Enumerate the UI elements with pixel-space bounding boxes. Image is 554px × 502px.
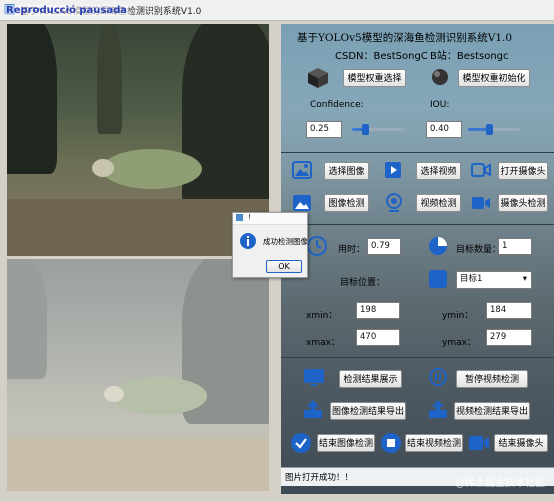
show-result-button[interactable]: 检测结果展示: [339, 370, 402, 388]
confidence-slider-handle[interactable]: [362, 124, 369, 135]
video-play-icon: [385, 162, 401, 178]
tree-trunk: [182, 24, 269, 214]
tree-trunk: [7, 259, 47, 379]
section-divider: [281, 357, 554, 358]
xmax-label: xmax：: [306, 338, 340, 348]
select-video-button[interactable]: 选择视频: [416, 162, 461, 180]
end-camera-button[interactable]: 结束摄像头: [494, 434, 548, 452]
watermark: @稀土掘金技术社区: [455, 478, 545, 489]
ymin-label: ymin：: [442, 311, 474, 321]
target-select-value: 目标1: [460, 274, 483, 284]
fish-head: [92, 159, 114, 177]
sphere-icon: [432, 69, 448, 85]
ymax-label: ymax：: [442, 338, 476, 348]
dialog-titlebar: !: [233, 213, 307, 225]
end-image-detect-button[interactable]: 结束图像检测: [317, 434, 375, 452]
model-weight-init-button[interactable]: 模型权重初始化: [458, 69, 530, 87]
dialog-app-icon: [236, 214, 243, 221]
confidence-label: Confidence:: [310, 100, 364, 110]
csdn-label: CSDN：BestSongC: [335, 51, 428, 62]
export-icon: [429, 400, 447, 418]
target-position-label: 目标位置：: [340, 278, 386, 288]
image-icon: [292, 161, 312, 179]
tree-trunk: [7, 24, 57, 174]
model-weight-select-button[interactable]: 模型权重选择: [343, 69, 406, 87]
ok-button[interactable]: OK: [266, 260, 302, 273]
clock-icon: [307, 236, 327, 256]
webcam-icon: [386, 193, 402, 212]
end-video-detect-button[interactable]: 结束视频检测: [405, 434, 463, 452]
time-label: 用时：: [338, 245, 366, 255]
camera-detect-icon: [472, 197, 490, 209]
status-message: 图片打开成功！！: [285, 473, 354, 483]
confidence-value: 0.25: [310, 124, 329, 134]
chevron-down-icon: ▾: [522, 274, 527, 284]
playback-overlay-label: Reproducció pausada: [4, 5, 129, 16]
iou-label: IOU:: [430, 100, 450, 110]
camera-icon: [471, 163, 491, 177]
xmin-value: 198: [356, 302, 400, 319]
target-count-value: 1: [498, 238, 532, 255]
dialog-message: 成功检测图像: [263, 237, 308, 246]
export-video-result-button[interactable]: 视频检测结果导出: [454, 402, 530, 420]
tree-trunk: [97, 24, 122, 134]
target-count-label: 目标数量：: [456, 245, 502, 255]
image-detect-button[interactable]: 图像检测: [324, 194, 369, 212]
camera-detect-button[interactable]: 摄像头检测: [498, 194, 548, 212]
select-image-button[interactable]: 选择图像: [324, 162, 369, 180]
bilibili-label: B站：Bestsongc: [430, 51, 509, 62]
open-camera-button[interactable]: 打开摄像头: [498, 162, 548, 180]
target-icon: [429, 270, 447, 288]
pie-chart-icon: [429, 237, 447, 255]
target-select-dropdown[interactable]: 目标1 ▾: [456, 271, 532, 289]
section-divider: [281, 152, 554, 153]
message-dialog: ! 成功检测图像 OK: [232, 212, 308, 278]
ymax-value: 279: [486, 329, 532, 346]
fish-shape: [102, 149, 202, 189]
dialog-title: !: [248, 213, 251, 221]
upload-icon: [304, 400, 322, 418]
iou-slider-handle[interactable]: [486, 124, 493, 135]
pause-icon: [429, 368, 447, 386]
time-value: 0.79: [367, 238, 401, 255]
cube-icon: [308, 68, 328, 88]
control-panel: [281, 24, 554, 494]
video-detect-button[interactable]: 视频检测: [416, 194, 461, 212]
image-detect-icon: [293, 195, 311, 211]
export-image-result-button[interactable]: 图像检测结果导出: [330, 402, 406, 420]
original-image-view: [7, 24, 269, 256]
xmin-label: xmin：: [306, 311, 338, 321]
ymin-value: 184: [486, 302, 532, 319]
stop-circle-icon: [381, 433, 401, 453]
display-icon: [304, 369, 324, 386]
pause-video-detect-button[interactable]: 暂停视频检测: [456, 370, 528, 388]
app-title: 基于YOLOv5模型的深海鱼检测识别系统V1.0: [297, 32, 513, 44]
fish-shape: [112, 377, 207, 415]
stop-camera-icon: [469, 436, 489, 450]
confidence-spinbox[interactable]: 0.25: [306, 121, 342, 138]
fish-head: [104, 386, 124, 402]
seabed: [7, 199, 269, 256]
section-divider: [281, 224, 554, 225]
info-icon: [240, 233, 256, 249]
iou-value: 0.40: [430, 124, 449, 134]
seabed: [7, 439, 269, 491]
xmax-value: 470: [356, 329, 400, 346]
iou-spinbox[interactable]: 0.40: [426, 121, 462, 138]
detected-image-view: [7, 259, 269, 491]
check-circle-icon: [291, 433, 311, 453]
